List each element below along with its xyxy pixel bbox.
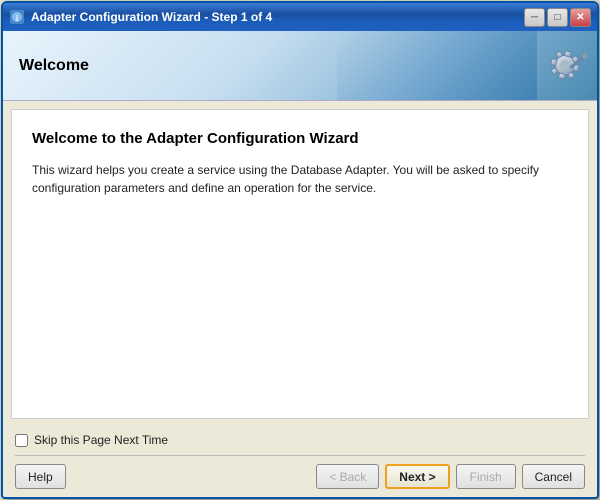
wizard-window: i Adapter Configuration Wizard - Step 1 … (1, 1, 599, 499)
header-panel: Welcome (3, 31, 597, 101)
header-title: Welcome (19, 57, 89, 75)
main-content: Welcome to the Adapter Configuration Wiz… (11, 109, 589, 419)
content-area: Welcome (3, 31, 597, 497)
skip-checkbox[interactable] (15, 434, 28, 447)
cancel-button[interactable]: Cancel (522, 464, 585, 489)
footer-area: Skip this Page Next Time Help < Back Nex… (3, 427, 597, 497)
title-bar: i Adapter Configuration Wizard - Step 1 … (3, 3, 597, 31)
skip-checkbox-label: Skip this Page Next Time (34, 433, 168, 447)
skip-checkbox-row: Skip this Page Next Time (15, 433, 585, 447)
welcome-description: This wizard helps you create a service u… (32, 161, 568, 197)
title-bar-buttons: ─ □ ✕ (524, 8, 591, 27)
maximize-button[interactable]: □ (547, 8, 568, 27)
window-close-button[interactable]: ✕ (570, 8, 591, 27)
title-bar-text: Adapter Configuration Wizard - Step 1 of… (31, 10, 524, 24)
next-button[interactable]: Next > (385, 464, 449, 489)
button-row: Help < Back Next > Finish Cancel (15, 455, 585, 489)
minimize-button[interactable]: ─ (524, 8, 545, 27)
welcome-heading: Welcome to the Adapter Configuration Wiz… (32, 130, 568, 147)
help-button[interactable]: Help (15, 464, 66, 489)
gear-icon (535, 39, 587, 91)
back-button[interactable]: < Back (316, 464, 379, 489)
svg-text:i: i (16, 14, 18, 23)
finish-button[interactable]: Finish (456, 464, 516, 489)
title-bar-icon: i (9, 9, 25, 25)
